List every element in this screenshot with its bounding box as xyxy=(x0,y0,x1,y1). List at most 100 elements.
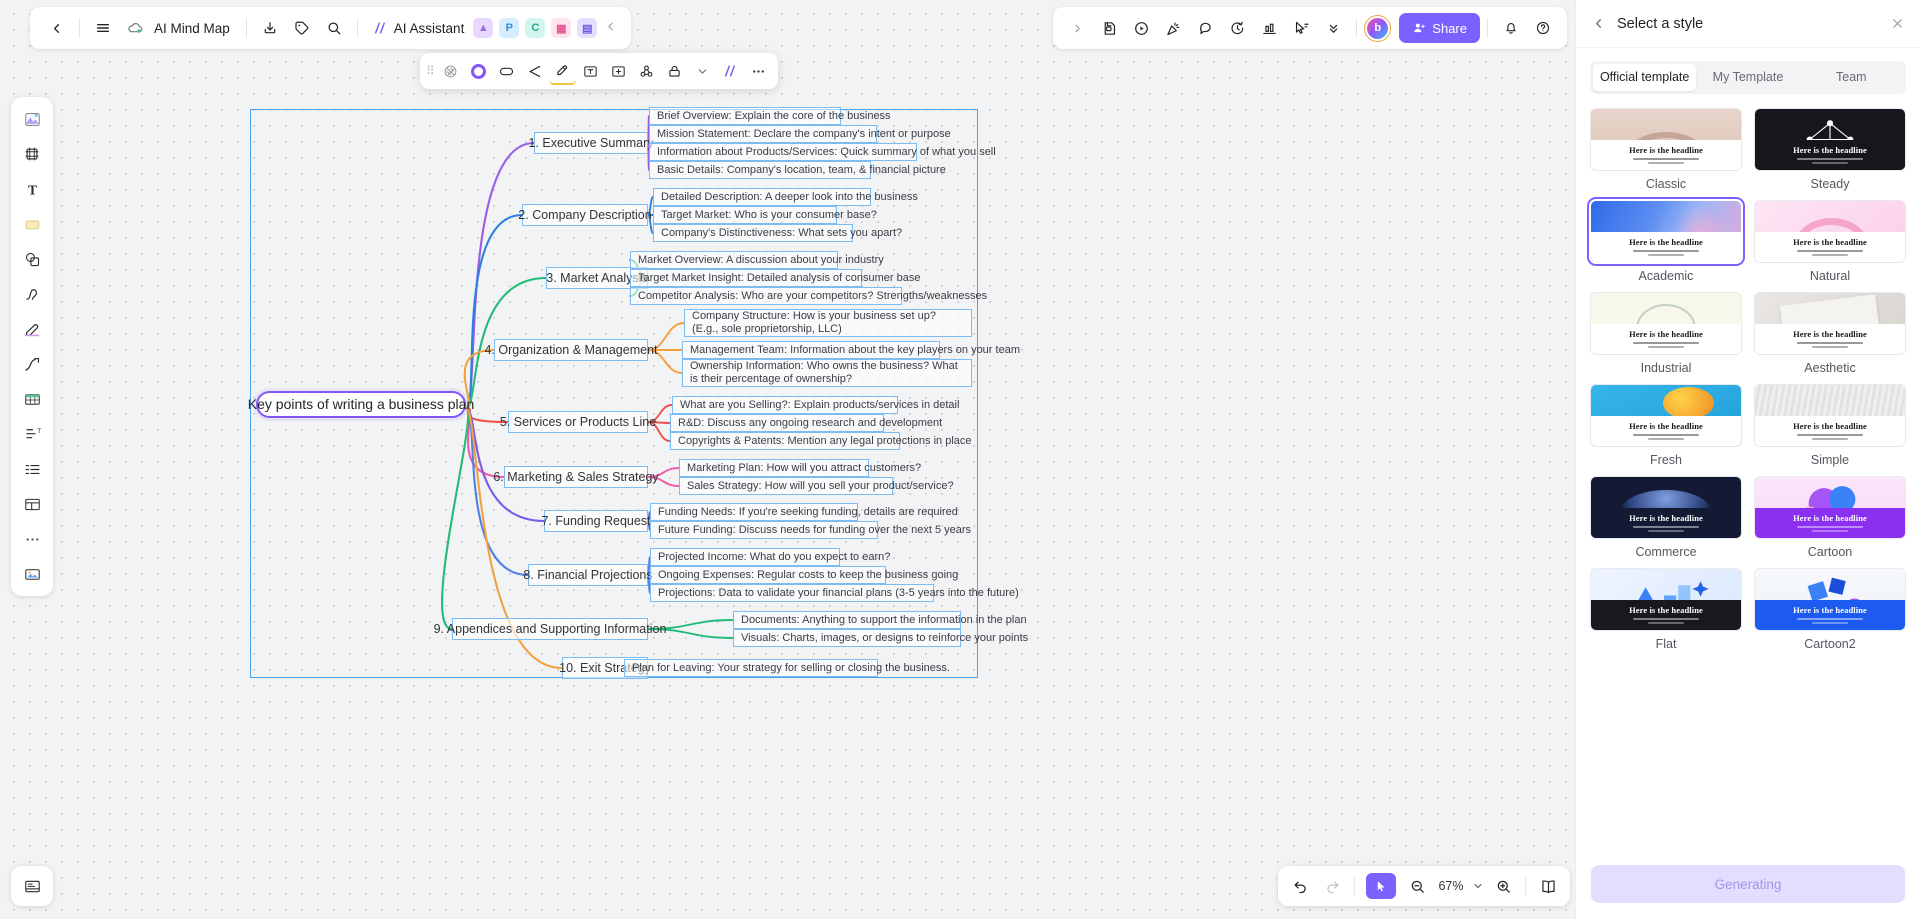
share-button[interactable]: Share xyxy=(1399,13,1480,43)
style-card-simple[interactable]: Here is the headline Simple xyxy=(1754,384,1906,469)
mindmap-leaf-node[interactable]: Basic Details: Company's location, team,… xyxy=(649,161,946,179)
mindmap-leaf-node[interactable]: Target Market Insight: Detailed analysis… xyxy=(630,269,920,287)
style-card-fresh[interactable]: Here is the headline Fresh xyxy=(1590,384,1742,469)
style-card-cartoon[interactable]: Here is the headline Cartoon xyxy=(1754,476,1906,561)
mindmap-root-node[interactable]: Key points of writing a business plan xyxy=(248,391,474,418)
mindmap-leaf-node[interactable]: Mission Statement: Declare the company's… xyxy=(649,125,951,143)
redo-button[interactable] xyxy=(1317,871,1347,901)
ai-assistant-button[interactable]: AI Assistant xyxy=(365,20,471,36)
link-icon[interactable] xyxy=(633,58,660,85)
tab-my-template[interactable]: My Template xyxy=(1696,64,1799,91)
mindmap-topic-node[interactable]: 6. Marketing & Sales Strategy xyxy=(493,466,659,488)
generate-button[interactable]: Generating xyxy=(1591,865,1905,903)
mindmap-leaf-node[interactable]: Information about Products/Services: Qui… xyxy=(649,143,996,161)
mindmap-leaf-node[interactable]: Market Overview: A discussion about your… xyxy=(630,251,884,269)
mindmap-leaf-node[interactable]: Projections: Data to validate your finan… xyxy=(650,584,1019,602)
highlight-icon[interactable] xyxy=(548,58,576,85)
style-card-flat[interactable]: Here is the headline Flat xyxy=(1590,568,1742,653)
tool-table-icon[interactable] xyxy=(17,384,47,414)
expand-toolbar-button[interactable] xyxy=(1061,12,1093,44)
mindmap-topic-node[interactable]: 4. Organization & Management xyxy=(484,339,658,361)
tool-heading-icon[interactable]: T xyxy=(17,419,47,449)
mindmap-leaf-node[interactable]: R&D: Discuss any ongoing research and de… xyxy=(670,414,942,432)
book-app-chip[interactable]: ▤ xyxy=(577,18,598,38)
lock-icon[interactable] xyxy=(661,58,688,85)
present-button[interactable] xyxy=(1366,873,1396,899)
text-box-icon[interactable] xyxy=(577,58,604,85)
note-icon[interactable] xyxy=(1093,12,1125,44)
tool-connector-icon[interactable] xyxy=(17,349,47,379)
menu-button[interactable] xyxy=(87,12,119,44)
tool-layout-icon[interactable] xyxy=(17,489,47,519)
tool-shape-icon[interactable] xyxy=(17,244,47,274)
more-tools-button[interactable] xyxy=(1317,12,1349,44)
tool-image-icon[interactable] xyxy=(17,559,47,589)
style-card-aesthetic[interactable]: Here is the headline Aesthetic xyxy=(1754,292,1906,377)
mindmap-leaf-node[interactable]: Company's Distinctiveness: What sets you… xyxy=(653,224,902,242)
tool-highlighter-icon[interactable] xyxy=(17,314,47,344)
branch-style-icon[interactable] xyxy=(521,58,548,85)
tool-frame-icon[interactable] xyxy=(17,139,47,169)
avatar[interactable]: b xyxy=(1364,14,1392,42)
mindmap-leaf-node[interactable]: Funding Needs: If you're seeking funding… xyxy=(650,503,958,521)
mindmap-topic-node[interactable]: 2. Company Description xyxy=(518,204,652,226)
mindmap-leaf-node[interactable]: Copyrights & Patents: Mention any legal … xyxy=(670,432,972,450)
document-title[interactable]: AI Mind Map xyxy=(151,21,239,36)
play-circle-icon[interactable] xyxy=(1125,12,1157,44)
mindmap-leaf-node[interactable]: Marketing Plan: How will you attract cus… xyxy=(679,459,921,477)
tool-theme-icon[interactable] xyxy=(17,104,47,134)
back-button[interactable] xyxy=(40,12,72,44)
mindmap-leaf-node[interactable]: Ownership Information: Who owns the busi… xyxy=(682,359,972,387)
style-card-natural[interactable]: Here is the headline Natural xyxy=(1754,200,1906,285)
style-card-academic[interactable]: Here is the headline Academic xyxy=(1587,197,1745,285)
drag-handle-icon[interactable]: ⠿ xyxy=(426,64,436,78)
zoom-level[interactable]: 67% xyxy=(1434,879,1468,893)
color-swatch-icon[interactable] xyxy=(465,58,492,85)
image-app-chip[interactable]: ▲ xyxy=(473,18,494,38)
mindmap-leaf-node[interactable]: Competitor Analysis: Who are your compet… xyxy=(630,287,987,305)
download-icon[interactable] xyxy=(254,12,286,44)
bell-icon[interactable] xyxy=(1495,12,1527,44)
search-icon[interactable] xyxy=(318,12,350,44)
tab-team[interactable]: Team xyxy=(1800,64,1903,91)
mind-app-chip[interactable]: C xyxy=(525,18,546,38)
ai-magic-icon[interactable] xyxy=(717,58,744,85)
mindmap-leaf-node[interactable]: Plan for Leaving: Your strategy for sell… xyxy=(624,659,950,677)
style-card-industrial[interactable]: Here is the headline Industrial xyxy=(1590,292,1742,377)
chart-icon[interactable] xyxy=(1253,12,1285,44)
mindmap-leaf-node[interactable]: Management Team: Information about the k… xyxy=(682,341,1020,359)
outline-view-button[interactable] xyxy=(1533,871,1563,901)
cursor-flag-icon[interactable] xyxy=(1285,12,1317,44)
tool-sticky-note-icon[interactable] xyxy=(17,209,47,239)
style-card-commerce[interactable]: Here is the headline Commerce xyxy=(1590,476,1742,561)
mindmap-leaf-node[interactable]: Detailed Description: A deeper look into… xyxy=(653,188,918,206)
tool-list-icon[interactable] xyxy=(17,454,47,484)
mindmap-leaf-node[interactable]: Documents: Anything to support the infor… xyxy=(733,611,1027,629)
help-circle-icon[interactable] xyxy=(1527,12,1559,44)
zoom-in-button[interactable] xyxy=(1488,871,1518,901)
style-card-steady[interactable]: Here is the headline Steady xyxy=(1754,108,1906,193)
undo-button[interactable] xyxy=(1285,871,1315,901)
mindmap-topic-node[interactable]: 5. Services or Products Line xyxy=(500,411,656,433)
history-icon[interactable] xyxy=(1221,12,1253,44)
layers-panel-icon[interactable] xyxy=(17,871,47,901)
close-icon[interactable] xyxy=(1890,16,1905,31)
tag-icon[interactable] xyxy=(286,12,318,44)
chevron-down-icon[interactable] xyxy=(689,58,716,85)
shape-icon[interactable] xyxy=(493,58,520,85)
mindmap-topic-node[interactable]: 1. Executive Summary xyxy=(528,132,654,154)
panel-back-button[interactable] xyxy=(1591,16,1606,31)
celebrate-icon[interactable] xyxy=(1157,12,1189,44)
mindmap-topic-node[interactable]: 7. Funding Request xyxy=(541,510,651,532)
zoom-dropdown-button[interactable] xyxy=(1470,871,1486,901)
mindmap-leaf-node[interactable]: Projected Income: What do you expect to … xyxy=(650,548,890,566)
add-node-icon[interactable] xyxy=(605,58,632,85)
style-grid[interactable]: Here is the headline Classic Here is the h… xyxy=(1576,94,1920,853)
mindmap-leaf-node[interactable]: Future Funding: Discuss needs for fundin… xyxy=(650,521,971,539)
mindmap-leaf-node[interactable]: Brief Overview: Explain the core of the … xyxy=(649,107,891,125)
mindmap-leaf-node[interactable]: Target Market: Who is your consumer base… xyxy=(653,206,877,224)
mindmap-topic-node[interactable]: 9. Appendices and Supporting Information xyxy=(434,618,666,640)
style-card-classic[interactable]: Here is the headline Classic xyxy=(1590,108,1742,193)
tool-text-icon[interactable]: T xyxy=(17,174,47,204)
zoom-out-button[interactable] xyxy=(1402,871,1432,901)
